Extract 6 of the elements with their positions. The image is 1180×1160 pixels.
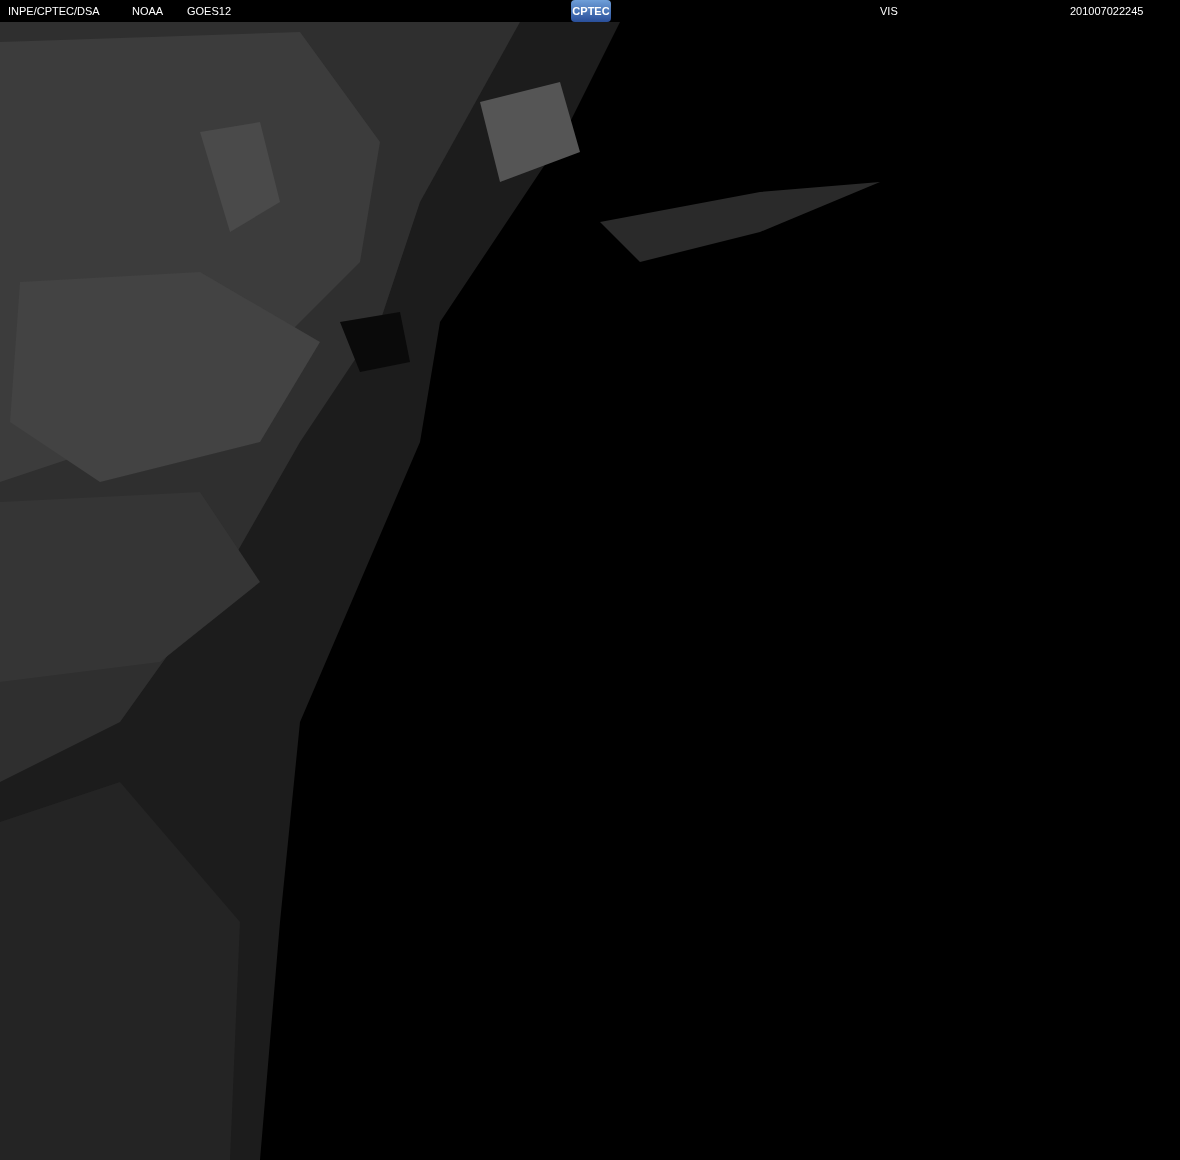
channel-label: VIS [880, 3, 899, 19]
header-label: NOAA [132, 3, 165, 19]
header-label: GOES12 [187, 3, 233, 19]
timestamp: 201007022245 [1070, 3, 1144, 19]
logo: CPTEC [571, 0, 611, 22]
header-label: INPE/CPTEC/DSA [8, 3, 101, 19]
